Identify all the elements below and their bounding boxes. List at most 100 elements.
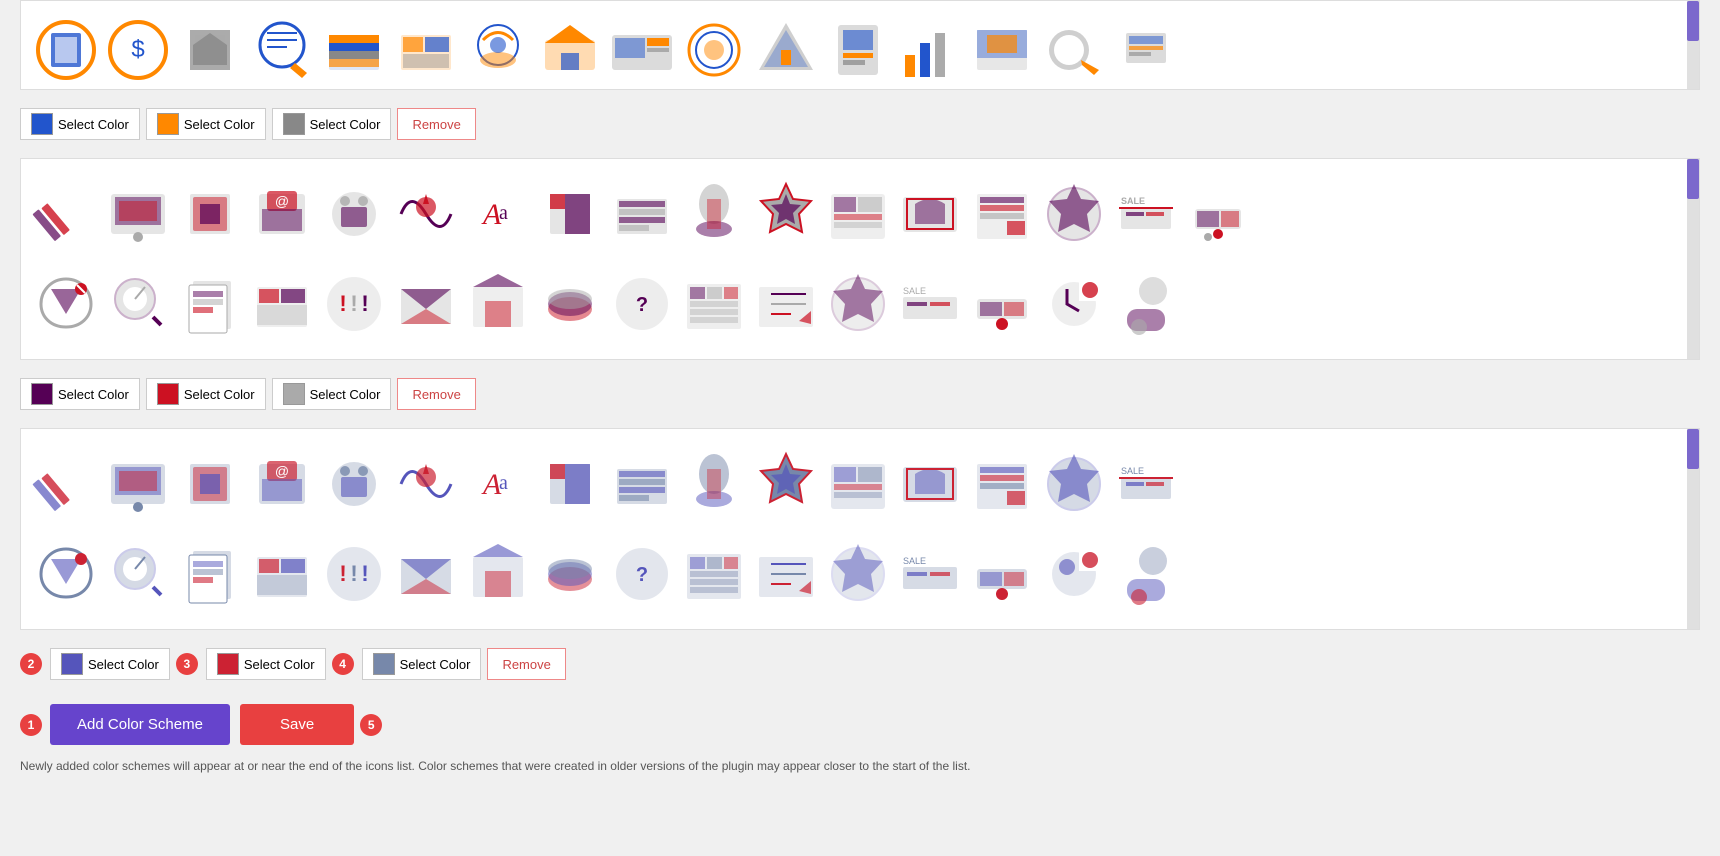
scheme1-color3-swatch bbox=[283, 113, 305, 135]
icon-2b-3 bbox=[175, 269, 245, 339]
icon-1-14 bbox=[967, 15, 1037, 85]
svg-text:!: ! bbox=[361, 561, 368, 586]
scheme2-color1-btn[interactable]: Select Color bbox=[20, 378, 140, 410]
icon-1-7 bbox=[463, 15, 533, 85]
badge-4: 4 bbox=[332, 653, 354, 675]
scheme3-color2-swatch bbox=[217, 653, 239, 675]
icon-1-8 bbox=[535, 15, 605, 85]
badge-3: 3 bbox=[176, 653, 198, 675]
icons-grid-3b: ! ! ! ? bbox=[31, 529, 1689, 619]
icons-grid-3: @ A a bbox=[31, 439, 1689, 529]
icon-2b-4 bbox=[247, 269, 317, 339]
icon-2-12 bbox=[823, 179, 893, 249]
icon-3-11 bbox=[751, 449, 821, 519]
icon-3-12 bbox=[823, 449, 893, 519]
scheme1-color1-btn[interactable]: Select Color bbox=[20, 108, 140, 140]
icon-3-13 bbox=[895, 449, 965, 519]
icon-1-6 bbox=[391, 15, 461, 85]
scheme3-color2-btn[interactable]: Select Color bbox=[206, 648, 326, 680]
icon-3-2 bbox=[103, 449, 173, 519]
color-controls-1: Select Color Select Color Select Color R… bbox=[20, 100, 1700, 148]
icon-3-6 bbox=[391, 449, 461, 519]
icon-2-13 bbox=[895, 179, 965, 249]
svg-text:!: ! bbox=[339, 291, 346, 316]
scheme3-color3-label: Select Color bbox=[400, 657, 471, 672]
icon-3-4: @ bbox=[247, 449, 317, 519]
icon-1-9 bbox=[607, 15, 677, 85]
icon-1-3 bbox=[175, 15, 245, 85]
icon-2-11 bbox=[751, 179, 821, 249]
icon-2b-5: ! ! ! bbox=[319, 269, 389, 339]
icon-2b-14 bbox=[967, 269, 1037, 339]
scrollbar-thumb-3[interactable] bbox=[1687, 429, 1699, 469]
scheme2-remove-btn[interactable]: Remove bbox=[397, 378, 475, 410]
icon-1-12 bbox=[823, 15, 893, 85]
scrollbar-3[interactable] bbox=[1687, 429, 1699, 629]
svg-text:@: @ bbox=[275, 193, 289, 209]
scheme2-color3-btn[interactable]: Select Color bbox=[272, 378, 392, 410]
icon-1-13 bbox=[895, 15, 965, 85]
icon-2-8 bbox=[535, 179, 605, 249]
svg-text:!: ! bbox=[361, 291, 368, 316]
icon-2-15 bbox=[1039, 179, 1109, 249]
scrollbar-1[interactable] bbox=[1687, 1, 1699, 89]
page-container: $ bbox=[0, 0, 1720, 793]
icon-2-10 bbox=[679, 179, 749, 249]
scheme2-color2-swatch bbox=[157, 383, 179, 405]
scheme3-color3-swatch bbox=[373, 653, 395, 675]
icon-1-11 bbox=[751, 15, 821, 85]
icon-2-4: @ bbox=[247, 179, 317, 249]
scheme1-color2-btn[interactable]: Select Color bbox=[146, 108, 266, 140]
scheme3-remove-btn[interactable]: Remove bbox=[487, 648, 565, 680]
scrollbar-thumb-1[interactable] bbox=[1687, 1, 1699, 41]
scheme2-color2-btn[interactable]: Select Color bbox=[146, 378, 266, 410]
scheme-section-3: @ A a bbox=[20, 428, 1700, 630]
icons-grid-2b: ! ! ! ? bbox=[31, 259, 1689, 349]
svg-text:?: ? bbox=[636, 564, 648, 586]
add-scheme-wrapper: 1 Add Color Scheme bbox=[20, 704, 230, 745]
icon-3-1 bbox=[31, 449, 101, 519]
scheme2-color2-label: Select Color bbox=[184, 387, 255, 402]
svg-text:SALE: SALE bbox=[1121, 466, 1144, 476]
icon-1-1 bbox=[31, 15, 101, 85]
svg-text:a: a bbox=[499, 202, 508, 224]
icon-2b-8 bbox=[535, 269, 605, 339]
svg-text:@: @ bbox=[275, 463, 289, 479]
scheme-section-2: @ A a bbox=[20, 158, 1700, 360]
icon-1-16 bbox=[1111, 15, 1181, 85]
scheme3-color1-btn[interactable]: Select Color bbox=[50, 648, 170, 680]
scheme1-remove-btn[interactable]: Remove bbox=[397, 108, 475, 140]
icon-3b-9: ? bbox=[607, 539, 677, 609]
icon-3-15 bbox=[1039, 449, 1109, 519]
scheme3-color2-label: Select Color bbox=[244, 657, 315, 672]
svg-text:!: ! bbox=[350, 561, 357, 586]
scheme3-color3-btn[interactable]: Select Color bbox=[362, 648, 482, 680]
scheme1-color2-swatch bbox=[157, 113, 179, 135]
svg-text:a: a bbox=[499, 472, 508, 494]
scheme1-color3-btn[interactable]: Select Color bbox=[272, 108, 392, 140]
svg-text:$: $ bbox=[131, 36, 144, 63]
icons-grid-1: $ bbox=[31, 5, 1689, 90]
icon-2b-13: SALE bbox=[895, 269, 965, 339]
icon-3b-16 bbox=[1111, 539, 1181, 609]
bottom-bar: 1 Add Color Scheme Save 5 Newly added co… bbox=[0, 694, 1720, 793]
icon-3b-5: ! ! ! bbox=[319, 539, 389, 609]
scheme2-color1-swatch bbox=[31, 383, 53, 405]
icon-2-5 bbox=[319, 179, 389, 249]
scheme2-color3-label: Select Color bbox=[310, 387, 381, 402]
icon-3b-13: SALE bbox=[895, 539, 965, 609]
icon-3-7: A a bbox=[463, 449, 533, 519]
scrollbar-thumb-2[interactable] bbox=[1687, 159, 1699, 199]
save-button[interactable]: Save bbox=[240, 704, 354, 745]
add-color-scheme-button[interactable]: Add Color Scheme bbox=[50, 704, 230, 745]
icon-2b-15 bbox=[1039, 269, 1109, 339]
scheme1-color1-label: Select Color bbox=[58, 117, 129, 132]
icon-3-16: SALE bbox=[1111, 449, 1181, 519]
icon-2b-11 bbox=[751, 269, 821, 339]
icon-3b-6 bbox=[391, 539, 461, 609]
scrollbar-2[interactable] bbox=[1687, 159, 1699, 359]
icon-2-3 bbox=[175, 179, 245, 249]
icon-1-2: $ bbox=[103, 15, 173, 85]
save-wrapper: Save 5 bbox=[240, 704, 384, 745]
icon-3-8 bbox=[535, 449, 605, 519]
